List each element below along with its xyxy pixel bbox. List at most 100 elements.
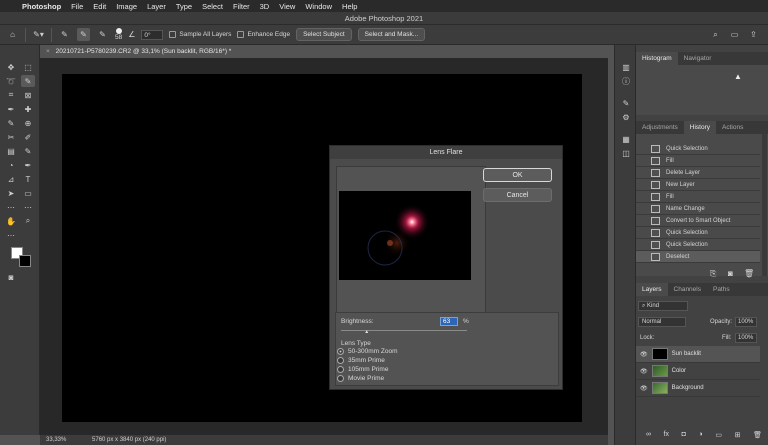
mask-icon[interactable]: ◘ — [682, 431, 686, 439]
info-panel-icon[interactable]: ⓘ — [619, 75, 633, 87]
layer-kind-filter[interactable]: ⌕ Kind — [638, 301, 688, 311]
move-tool-icon[interactable]: ✥ — [4, 61, 18, 73]
healing-brush-tool-icon[interactable]: ✚ — [21, 103, 35, 115]
menu-help[interactable]: Help — [342, 2, 357, 11]
menu-filter[interactable]: Filter — [233, 2, 250, 11]
crop-tool-icon[interactable]: ⌗ — [4, 89, 18, 101]
menu-edit[interactable]: Edit — [93, 2, 106, 11]
menu-type[interactable]: Type — [176, 2, 192, 11]
clone-stamp-tool-icon[interactable]: ⊕ — [21, 117, 35, 129]
lens-50-300mm-radio[interactable]: 50-300mm Zoom — [337, 348, 398, 355]
share-icon[interactable]: ⇪ — [747, 28, 760, 41]
new-selection-brush-icon[interactable]: ✎ — [58, 28, 71, 41]
select-subject-button[interactable]: Select Subject — [296, 28, 352, 41]
lens-105mm-radio[interactable]: 105mm Prime — [337, 366, 388, 373]
folder-icon[interactable]: ▭ — [715, 431, 722, 439]
properties-panel-icon[interactable]: ⚙ — [619, 111, 633, 123]
path-selection-tool-icon[interactable]: ➤ — [4, 187, 18, 199]
menu-view[interactable]: View — [279, 2, 295, 11]
layer-row[interactable]: 👁 Color — [636, 363, 760, 380]
angle-input[interactable]: 0° — [141, 29, 164, 40]
menu-file[interactable]: File — [71, 2, 83, 11]
document-tab[interactable]: × 20210721-P5780239.CR2 @ 33,1% (Sun bac… — [40, 45, 270, 58]
fill-input[interactable]: 100% — [735, 333, 757, 343]
layer-row[interactable]: 👁 Sun backlit — [636, 346, 760, 363]
quick-mask-icon[interactable]: ◙ — [4, 271, 18, 283]
tab-adjustments[interactable]: Adjustments — [636, 121, 684, 134]
history-item[interactable]: Delete Layer — [636, 167, 760, 179]
history-brush-tool-icon[interactable]: ✂ — [4, 131, 18, 143]
adjustment-icon[interactable]: ◑ — [699, 431, 703, 439]
history-item[interactable]: Convert to Smart Object — [636, 215, 760, 227]
tab-channels[interactable]: Channels — [668, 283, 707, 296]
marquee-tool-icon[interactable]: ⬚ — [21, 61, 35, 73]
layer-row[interactable]: 👁 Background — [636, 380, 760, 397]
lens-35mm-radio[interactable]: 35mm Prime — [337, 357, 385, 364]
lens-movie-prime-radio[interactable]: Movie Prime — [337, 375, 384, 382]
link-icon[interactable]: ∞ — [646, 431, 651, 439]
close-icon[interactable]: × — [46, 48, 50, 55]
tab-paths[interactable]: Paths — [707, 283, 736, 296]
edit-dots-icon[interactable]: ⋯ — [21, 201, 35, 213]
brush-tool-icon[interactable]: ✎ — [4, 117, 18, 129]
tab-history[interactable]: History — [683, 121, 717, 134]
opacity-input[interactable]: 100% — [735, 317, 757, 327]
history-item[interactable]: Fill — [636, 191, 760, 203]
brush-settings-icon[interactable]: ✎ — [619, 97, 633, 109]
blend-mode-select[interactable]: Normal — [638, 317, 686, 327]
tab-actions[interactable]: Actions — [716, 121, 749, 134]
quick-selection-tool-icon[interactable]: ✎ — [21, 75, 35, 87]
history-item-selected[interactable]: Deselect — [636, 251, 760, 263]
camera-icon[interactable]: ◙ — [728, 269, 733, 278]
tab-navigator[interactable]: Navigator — [678, 52, 718, 65]
eyedropper-tool-icon[interactable]: ✒ — [4, 103, 18, 115]
home-icon[interactable]: ⌂ — [6, 28, 19, 41]
brightness-slider-thumb[interactable]: ▲ — [364, 329, 369, 335]
menu-window[interactable]: Window — [305, 2, 332, 11]
history-scrollbar[interactable] — [762, 134, 767, 276]
dodge-tool-icon[interactable]: ◔ — [4, 159, 18, 171]
tool-preset-icon[interactable]: ✎▾ — [32, 28, 45, 41]
tab-histogram[interactable]: Histogram — [636, 52, 678, 65]
enhance-edge-checkbox[interactable]: Enhance Edge — [237, 31, 290, 38]
eye-icon[interactable]: 👁 — [640, 385, 648, 392]
zoom-level[interactable]: 33,33% — [46, 437, 66, 443]
select-and-mask-button[interactable]: Select and Mask... — [357, 28, 426, 41]
swatches-panel-icon[interactable]: ▦ — [619, 133, 633, 145]
brush-size-picker[interactable]: 58 — [115, 28, 122, 41]
edit-toolbar-icon[interactable]: ⋯ — [4, 201, 18, 213]
hand-tool-icon[interactable]: ✋ — [4, 215, 18, 227]
rectangle-tool-icon[interactable]: ▭ — [21, 187, 35, 199]
gradient-tool-icon[interactable]: ▤ — [4, 145, 18, 157]
menu-layer[interactable]: Layer — [147, 2, 166, 11]
eye-icon[interactable]: 👁 — [640, 351, 648, 358]
search-icon[interactable]: ⌕ — [709, 28, 722, 41]
menu-image[interactable]: Image — [116, 2, 137, 11]
history-item[interactable]: Quick Selection — [636, 143, 760, 155]
lasso-tool-icon[interactable]: ➰ — [4, 75, 18, 87]
histogram-panel-icon[interactable]: ▥ — [619, 61, 633, 73]
pen-tool-icon[interactable]: ✒ — [21, 159, 35, 171]
history-item[interactable]: Fill — [636, 155, 760, 167]
snapshot-icon[interactable]: ⎘ — [710, 269, 716, 279]
history-item[interactable]: Quick Selection — [636, 227, 760, 239]
menu-app[interactable]: Photoshop — [22, 2, 61, 11]
eraser-tool-icon[interactable]: ✐ — [21, 131, 35, 143]
sample-all-layers-checkbox[interactable]: Sample All Layers — [169, 31, 231, 38]
cancel-button[interactable]: Cancel — [483, 188, 552, 202]
trash-icon[interactable]: 🗑 — [753, 431, 762, 439]
add-selection-brush-icon[interactable]: ✎ — [77, 28, 90, 41]
blur-tool-icon[interactable]: ✎ — [21, 145, 35, 157]
pen-path-tool-icon[interactable]: ⊿ — [4, 173, 18, 185]
trash-icon[interactable]: 🗑 — [744, 269, 754, 278]
layers-panel-icon[interactable]: ◫ — [619, 147, 633, 159]
flare-preview[interactable] — [339, 191, 471, 280]
zoom-tool-icon[interactable]: ⌕ — [21, 215, 35, 227]
menu-3d[interactable]: 3D — [260, 2, 270, 11]
frame-tool-icon[interactable]: ⊠ — [21, 89, 35, 101]
workspace-icon[interactable]: ▭ — [728, 28, 741, 41]
menu-select[interactable]: Select — [202, 2, 223, 11]
history-item[interactable]: Quick Selection — [636, 239, 760, 251]
history-item[interactable]: New Layer — [636, 179, 760, 191]
brightness-slider-track[interactable] — [341, 330, 467, 331]
